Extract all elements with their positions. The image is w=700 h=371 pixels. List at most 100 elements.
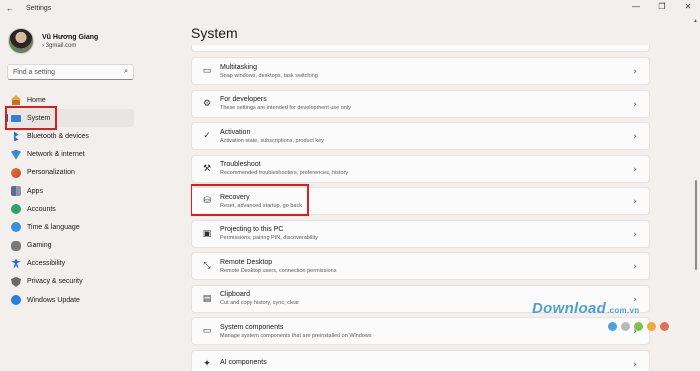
card-troubleshoot[interactable]: ⚒ Troubleshoot Recommended troubleshoote… — [191, 154, 650, 183]
sidebar-item-windows-update[interactable]: Windows Update — [6, 291, 134, 309]
gaming-icon — [11, 240, 21, 251]
card-title: Troubleshoot — [220, 161, 261, 168]
settings-list: ▭ Multitasking Snap windows, desktops, t… — [191, 45, 650, 371]
watermark-dots — [608, 322, 669, 331]
watermark-text: Download — [532, 300, 607, 317]
card-ai-components[interactable]: ✦ AI components › — [191, 349, 650, 371]
chevron-right-icon: › — [633, 67, 637, 77]
card-description: Snap windows, desktops, task switching — [220, 72, 318, 79]
card-description: Permissions, pairing PIN, discoverabilit… — [220, 235, 318, 241]
highlight-box — [191, 184, 309, 216]
sidebar-item-label: Network & internet — [27, 151, 85, 159]
multitasking-icon: ▭ — [202, 66, 212, 76]
system-components-icon: ▭ — [202, 326, 212, 336]
sidebar-nav: Home System Bluetooth & devices Network … — [5, 91, 134, 309]
bluetooth-icon — [14, 131, 19, 142]
projecting-icon: ▣ — [202, 228, 212, 239]
chevron-right-icon: › — [633, 262, 637, 272]
time-icon — [11, 222, 21, 233]
sidebar-item-label: Home — [27, 96, 46, 104]
sidebar-item-privacy[interactable]: Privacy & security — [6, 273, 134, 291]
sidebar-item-label: Bluetooth & devices — [27, 132, 89, 140]
card-title: System components — [220, 323, 284, 331]
sidebar-item-personalization[interactable]: Personalization — [6, 164, 134, 182]
windows-update-icon — [11, 295, 21, 306]
clipboard-icon: ▤ — [202, 293, 212, 304]
card-remote-desktop[interactable]: ⤡ Remote Desktop Remote Desktop users, c… — [191, 252, 650, 280]
close-icon[interactable]: ✕ — [684, 2, 692, 11]
apps-icon — [11, 186, 21, 197]
sidebar-item-network[interactable]: Network & internet — [6, 146, 134, 164]
card-system-components[interactable]: ▭ System components Manage system compon… — [191, 317, 650, 345]
card-title: Activation — [220, 128, 251, 136]
sidebar-item-time-language[interactable]: Time & language — [6, 218, 134, 236]
personalization-icon — [11, 167, 21, 178]
chevron-right-icon: › — [633, 359, 637, 370]
card-multitasking[interactable]: ▭ Multitasking Snap windows, desktops, t… — [191, 57, 650, 85]
card-description: Manage system components that are preins… — [220, 332, 372, 339]
card-projecting[interactable]: ▣ Projecting to this PC Permissions, pai… — [191, 219, 650, 248]
card-title: Projecting to this PC — [220, 226, 284, 233]
accessibility-icon — [11, 258, 21, 269]
chevron-right-icon: › — [633, 99, 637, 110]
home-icon — [11, 95, 21, 106]
sidebar-item-label: Accounts — [27, 205, 56, 213]
sidebar-item-accounts[interactable]: Accounts — [6, 200, 134, 218]
watermark-dot — [634, 322, 643, 331]
card-stub — [191, 45, 650, 52]
card-title: AI components — [220, 359, 267, 366]
user-email: › 3gmail.com — [42, 42, 77, 49]
sidebar-item-label: Time & language — [27, 223, 80, 231]
sidebar-item-gaming[interactable]: Gaming — [6, 237, 134, 255]
card-description: Activation state, subscriptions, product… — [220, 137, 324, 144]
sidebar-item-label: Gaming — [27, 242, 52, 250]
card-description: Recommended troubleshooters, preferences… — [220, 170, 349, 176]
sidebar-item-apps[interactable]: Apps — [6, 182, 134, 200]
watermark-dot — [621, 322, 630, 331]
ai-components-icon: ✦ — [203, 358, 211, 369]
network-icon — [11, 149, 21, 160]
search-placeholder: Find a setting — [13, 68, 56, 76]
back-arrow-icon[interactable]: ← — [6, 4, 20, 13]
card-description: These settings are intended for developm… — [220, 105, 351, 111]
user-profile[interactable]: Vũ Hương Giang › 3gmail.com — [8, 28, 98, 54]
maximize-icon[interactable]: ❐ — [658, 2, 666, 11]
developers-icon: ⚙ — [202, 98, 212, 109]
avatar[interactable] — [8, 28, 34, 54]
chevron-right-icon: › — [633, 229, 637, 240]
accounts-icon — [11, 204, 21, 215]
scrollbar-thumb[interactable] — [695, 180, 697, 270]
card-title: Clipboard — [220, 291, 250, 298]
app-title: Settings — [26, 4, 52, 12]
card-title: Remote Desktop — [220, 258, 273, 266]
sidebar-item-label: Personalization — [27, 169, 75, 177]
activation-icon: ✓ — [203, 131, 211, 141]
privacy-icon — [11, 276, 21, 287]
sidebar-item-system[interactable]: System — [5, 106, 134, 131]
search-input[interactable]: Find a setting ⌕ — [7, 64, 134, 80]
chevron-right-icon: › — [633, 164, 637, 175]
sidebar-item-label: Windows Update — [27, 296, 80, 304]
sidebar-item-label: Accessibility — [27, 260, 66, 268]
user-name: Vũ Hương Giang — [42, 33, 99, 41]
card-description: Remote Desktop users, connection permiss… — [220, 267, 337, 274]
sidebar-item-bluetooth[interactable]: Bluetooth & devices — [6, 127, 134, 145]
chevron-right-icon: › — [633, 197, 637, 207]
wrench-icon: ⚒ — [202, 163, 212, 174]
search-icon[interactable]: ⌕ — [124, 68, 128, 76]
watermark-dot — [608, 322, 617, 331]
sidebar-item-accessibility[interactable]: Accessibility — [6, 255, 134, 273]
minimize-icon[interactable]: — — [632, 2, 640, 11]
card-recovery[interactable]: ⛁ Recovery Reset, advanced startup, go b… — [191, 184, 650, 216]
window-controls: — ❐ ✕ — [632, 2, 692, 11]
card-activation[interactable]: ✓ Activation Activation state, subscript… — [191, 122, 650, 150]
chevron-right-icon: › — [633, 132, 637, 142]
remote-desktop-icon: ⤡ — [203, 261, 211, 271]
title-bar: ← Settings — [0, 0, 700, 16]
sidebar-item-label: Apps — [27, 187, 43, 195]
card-for-developers[interactable]: ⚙ For developers These settings are inte… — [191, 89, 650, 118]
card-title: Multitasking — [220, 63, 257, 71]
scroll-up-icon[interactable]: ▲ — [693, 18, 698, 24]
watermark-suffix: .com.vn — [607, 306, 640, 315]
watermark-dot — [660, 322, 669, 331]
